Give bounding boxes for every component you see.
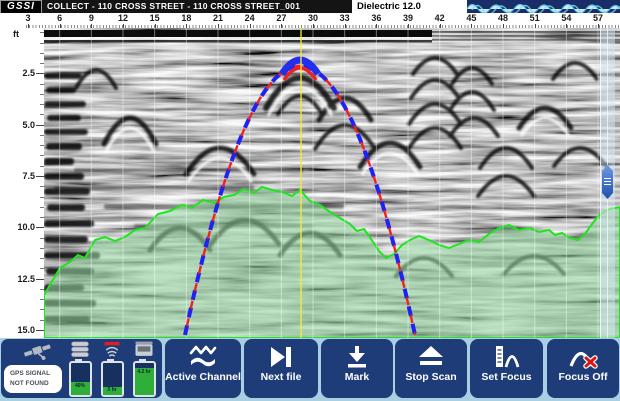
distance-tick-label: 21 xyxy=(212,13,223,23)
mark-down-arrow-icon xyxy=(342,342,372,372)
distance-tick-label: 39 xyxy=(403,13,414,23)
distance-tick-label: 51 xyxy=(529,13,540,23)
antenna-battery-label: 3 hr xyxy=(107,387,117,393)
depth-ruler: ft 2.5 5.0 7.5 10.0 12.5 15.0 xyxy=(0,28,44,338)
distance-tick-label: 36 xyxy=(371,13,382,23)
stop-scan-button[interactable]: Stop Scan xyxy=(395,339,467,398)
battery-indicators: 40% 3 hr 4.2 hr xyxy=(67,341,161,397)
depth-unit-label: ft xyxy=(13,29,19,39)
stop-scan-label: Stop Scan xyxy=(405,371,457,383)
distance-tick-label: 18 xyxy=(181,13,192,23)
antenna-battery: 3 hr xyxy=(100,359,124,397)
skip-next-icon xyxy=(266,342,296,372)
radargram[interactable] xyxy=(43,28,620,339)
antenna-indicator: 3 hr xyxy=(99,341,125,397)
eject-triangle-icon xyxy=(416,342,446,372)
distance-ruler: 3 6 9 12 15 18 21 24 27 30 33 36 39 42 45 48 51 54 57 xyxy=(0,13,620,28)
depth-tick-label: 12.5 xyxy=(17,273,35,284)
waves-icon xyxy=(188,342,218,372)
focus-off-label: Focus Off xyxy=(558,371,608,383)
depth-tick-label: 2.5 xyxy=(22,68,35,79)
set-focus-button[interactable]: Set Focus xyxy=(470,339,543,398)
mark-label: Mark xyxy=(344,371,370,383)
focus-off-button[interactable]: Focus Off xyxy=(547,339,619,398)
title-bar: GSSI COLLECT - 110 CROSS STREET - 110 CR… xyxy=(0,0,352,14)
bottom-toolbar: GPS SIGNAL NOT FOUND 40% 3 hr 4.2 hr Activ… xyxy=(0,338,620,401)
depth-tick-label: 15.0 xyxy=(17,324,35,335)
distance-tick-label: 6 xyxy=(57,13,63,23)
storage-battery-label: 40% xyxy=(74,382,85,389)
next-file-label: Next file xyxy=(260,371,302,383)
gssi-logo: GSSI xyxy=(0,0,42,14)
depth-tick-label: 5.0 xyxy=(22,119,35,130)
distance-tick-label: 15 xyxy=(149,13,160,23)
depth-major-tick xyxy=(36,329,44,331)
mark-button[interactable]: Mark xyxy=(321,339,393,398)
distance-tick-label: 30 xyxy=(307,13,318,23)
control-unit-indicator: 4.2 hr xyxy=(131,341,157,397)
distance-tick-label: 45 xyxy=(466,13,477,23)
ruler-hyperbola-icon xyxy=(492,342,522,372)
distance-tick-label: 12 xyxy=(117,13,128,23)
gps-satellite-icon xyxy=(23,341,53,363)
scan-scrollbar-handle[interactable] xyxy=(602,165,613,199)
distance-tick-label: 54 xyxy=(561,13,572,23)
distance-tick-label: 42 xyxy=(434,13,445,23)
control-unit-icon xyxy=(133,341,155,358)
distance-tick-label: 3 xyxy=(25,13,31,23)
antenna-icon xyxy=(101,341,123,358)
gps-status-line2: NOT FOUND xyxy=(10,379,49,387)
distance-tick-label: 9 xyxy=(88,13,94,23)
distance-tick-label: 48 xyxy=(498,13,509,23)
active-channel-button[interactable]: Active Channel xyxy=(165,339,241,398)
depth-major-tick xyxy=(36,227,44,229)
distance-tick-label: 33 xyxy=(339,13,350,23)
distance-tick-label: 57 xyxy=(593,13,604,23)
depth-tick-label: 7.5 xyxy=(22,170,35,181)
depth-major-tick xyxy=(36,73,44,75)
gps-status-badge: GPS SIGNAL NOT FOUND xyxy=(4,365,62,393)
control-unit-battery: 4.2 hr xyxy=(132,359,156,397)
storage-indicator: 40% xyxy=(67,341,93,397)
hyperbola-x-icon xyxy=(568,342,598,372)
control-unit-battery-label: 4.2 hr xyxy=(137,368,151,375)
distance-tick-label: 27 xyxy=(276,13,287,23)
dielectric-value: Dielectric 12.0 xyxy=(357,1,421,12)
distance-tick-label: 24 xyxy=(244,13,255,23)
system-status-panel: GPS SIGNAL NOT FOUND 40% 3 hr 4.2 hr xyxy=(1,339,162,398)
disk-stack-icon xyxy=(69,341,91,358)
radargram-canvas xyxy=(43,28,620,339)
storage-battery: 40% xyxy=(68,359,92,397)
gps-status-line1: GPS SIGNAL xyxy=(10,370,51,377)
scan-scrollbar[interactable] xyxy=(600,28,615,338)
depth-tick-label: 10.0 xyxy=(17,222,35,233)
next-file-button[interactable]: Next file xyxy=(244,339,318,398)
depth-major-tick xyxy=(36,278,44,280)
active-channel-label: Active Channel xyxy=(165,371,241,383)
depth-major-tick xyxy=(36,124,44,126)
gssi-collect-app: GSSI COLLECT - 110 CROSS STREET - 110 CR… xyxy=(0,0,620,401)
window-title: COLLECT - 110 CROSS STREET - 110 CROSS S… xyxy=(47,1,301,11)
depth-major-tick xyxy=(36,175,44,177)
set-focus-label: Set Focus xyxy=(481,371,532,383)
